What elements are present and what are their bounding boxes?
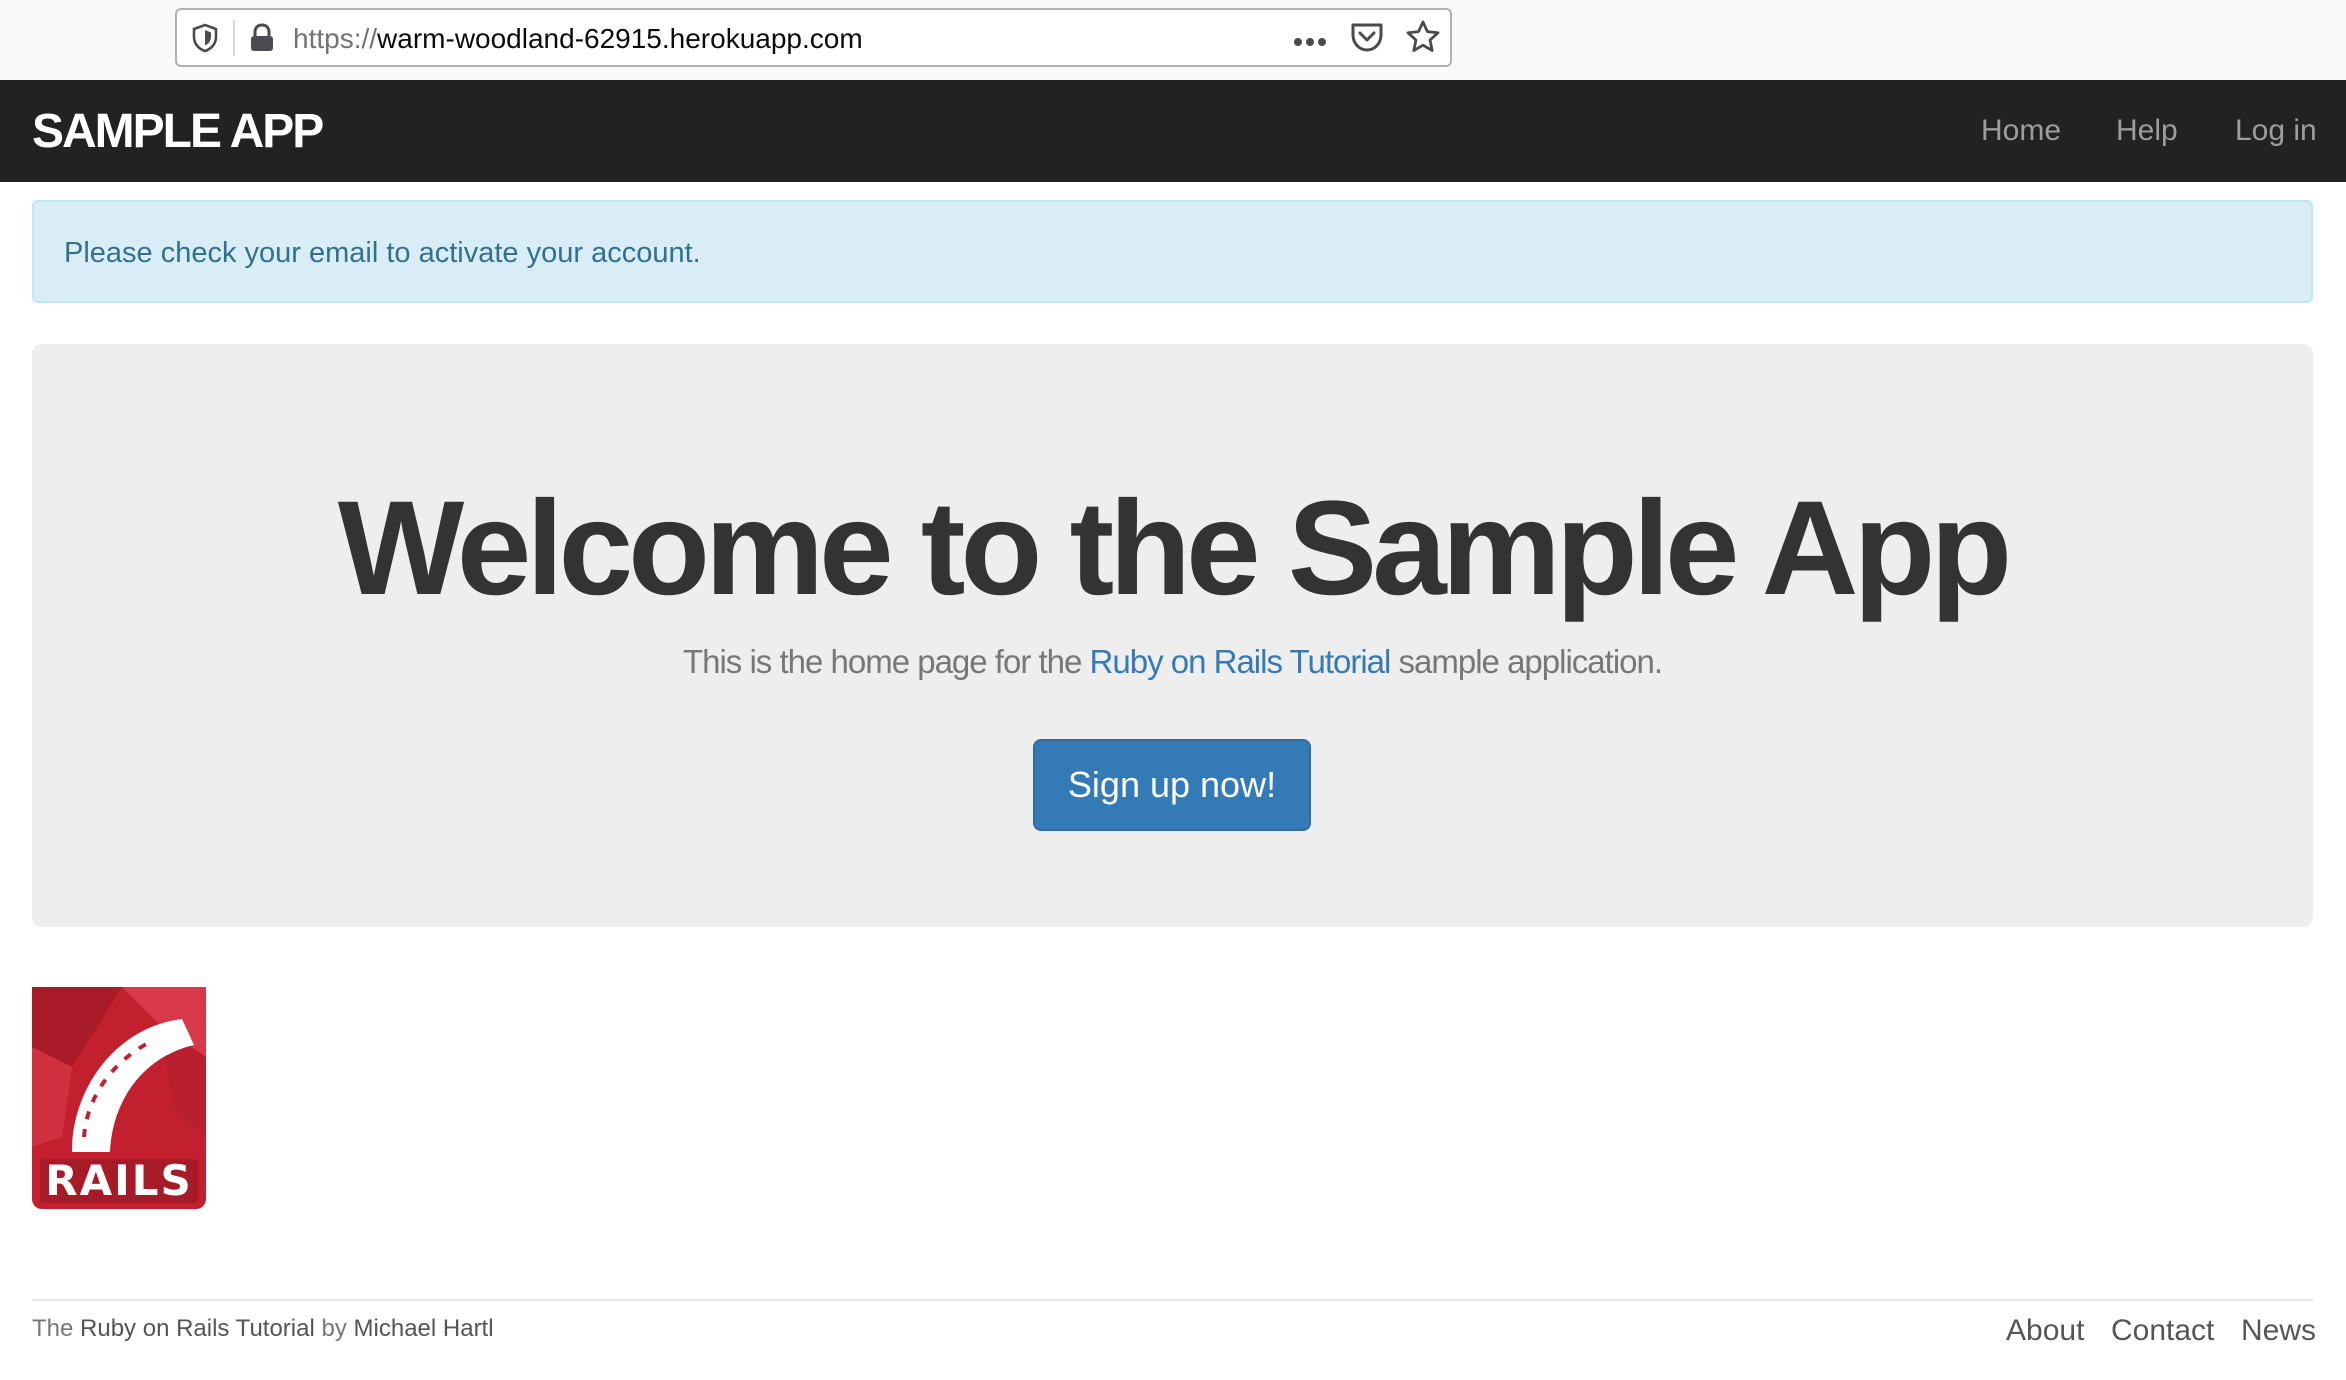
url-divider bbox=[233, 20, 235, 56]
browser-toolbar: https://warm-woodland-62915.herokuapp.co… bbox=[0, 0, 2346, 80]
rails-logo-image: RAILS bbox=[32, 987, 206, 1209]
footer-news-link[interactable]: News bbox=[2241, 1313, 2316, 1349]
hero-subtitle-after: sample application. bbox=[1398, 643, 1663, 680]
nav-login-link[interactable]: Log in bbox=[2235, 113, 2317, 149]
footer-prefix: The bbox=[32, 1315, 74, 1342]
hero-subtitle: This is the home page for the Ruby on Ra… bbox=[32, 642, 2313, 682]
url-host: warm-woodland-62915.herokuapp.com bbox=[377, 23, 863, 54]
rails-logo-text: RAILS bbox=[45, 1156, 192, 1205]
rails-tutorial-link[interactable]: Ruby on Rails Tutorial bbox=[1090, 643, 1392, 680]
nav-home-link[interactable]: Home bbox=[1981, 113, 2061, 149]
footer-credits: The Ruby on Rails Tutorial by Michael Ha… bbox=[32, 1314, 494, 1344]
brand-logo-link[interactable]: SAMPLE APP bbox=[32, 104, 324, 160]
signup-button[interactable]: Sign up now! bbox=[1033, 739, 1311, 831]
footer-contact-link[interactable]: Contact bbox=[2111, 1313, 2214, 1349]
rails-logo-link[interactable]: RAILS bbox=[32, 987, 206, 1209]
footer-author-link[interactable]: Michael Hartl bbox=[354, 1315, 494, 1342]
hero-subtitle-before: This is the home page for the bbox=[682, 643, 1082, 680]
footer-tutorial-link[interactable]: Ruby on Rails Tutorial bbox=[80, 1315, 315, 1342]
url-scheme: https:// bbox=[293, 23, 378, 54]
url-text: https://warm-woodland-62915.herokuapp.co… bbox=[293, 24, 863, 54]
footer-divider bbox=[32, 1299, 2313, 1301]
pocket-icon[interactable] bbox=[1350, 21, 1384, 58]
footer-about-link[interactable]: About bbox=[2006, 1313, 2084, 1349]
flash-message: Please check your email to activate your… bbox=[64, 237, 701, 269]
shield-icon[interactable] bbox=[191, 23, 219, 58]
lock-icon[interactable] bbox=[249, 23, 275, 58]
hero-jumbotron: Welcome to the Sample App This is the ho… bbox=[32, 344, 2313, 927]
footer-by: by bbox=[321, 1315, 347, 1342]
bookmark-star-icon[interactable] bbox=[1405, 19, 1441, 60]
navbar: SAMPLE APP Home Help Log in bbox=[0, 80, 2346, 182]
flash-alert-info: Please check your email to activate your… bbox=[32, 200, 2313, 303]
nav-help-link[interactable]: Help bbox=[2116, 113, 2178, 149]
more-icon[interactable] bbox=[1293, 34, 1327, 52]
hero-title: Welcome to the Sample App bbox=[337, 474, 2012, 623]
address-bar[interactable]: https://warm-woodland-62915.herokuapp.co… bbox=[175, 8, 1452, 67]
